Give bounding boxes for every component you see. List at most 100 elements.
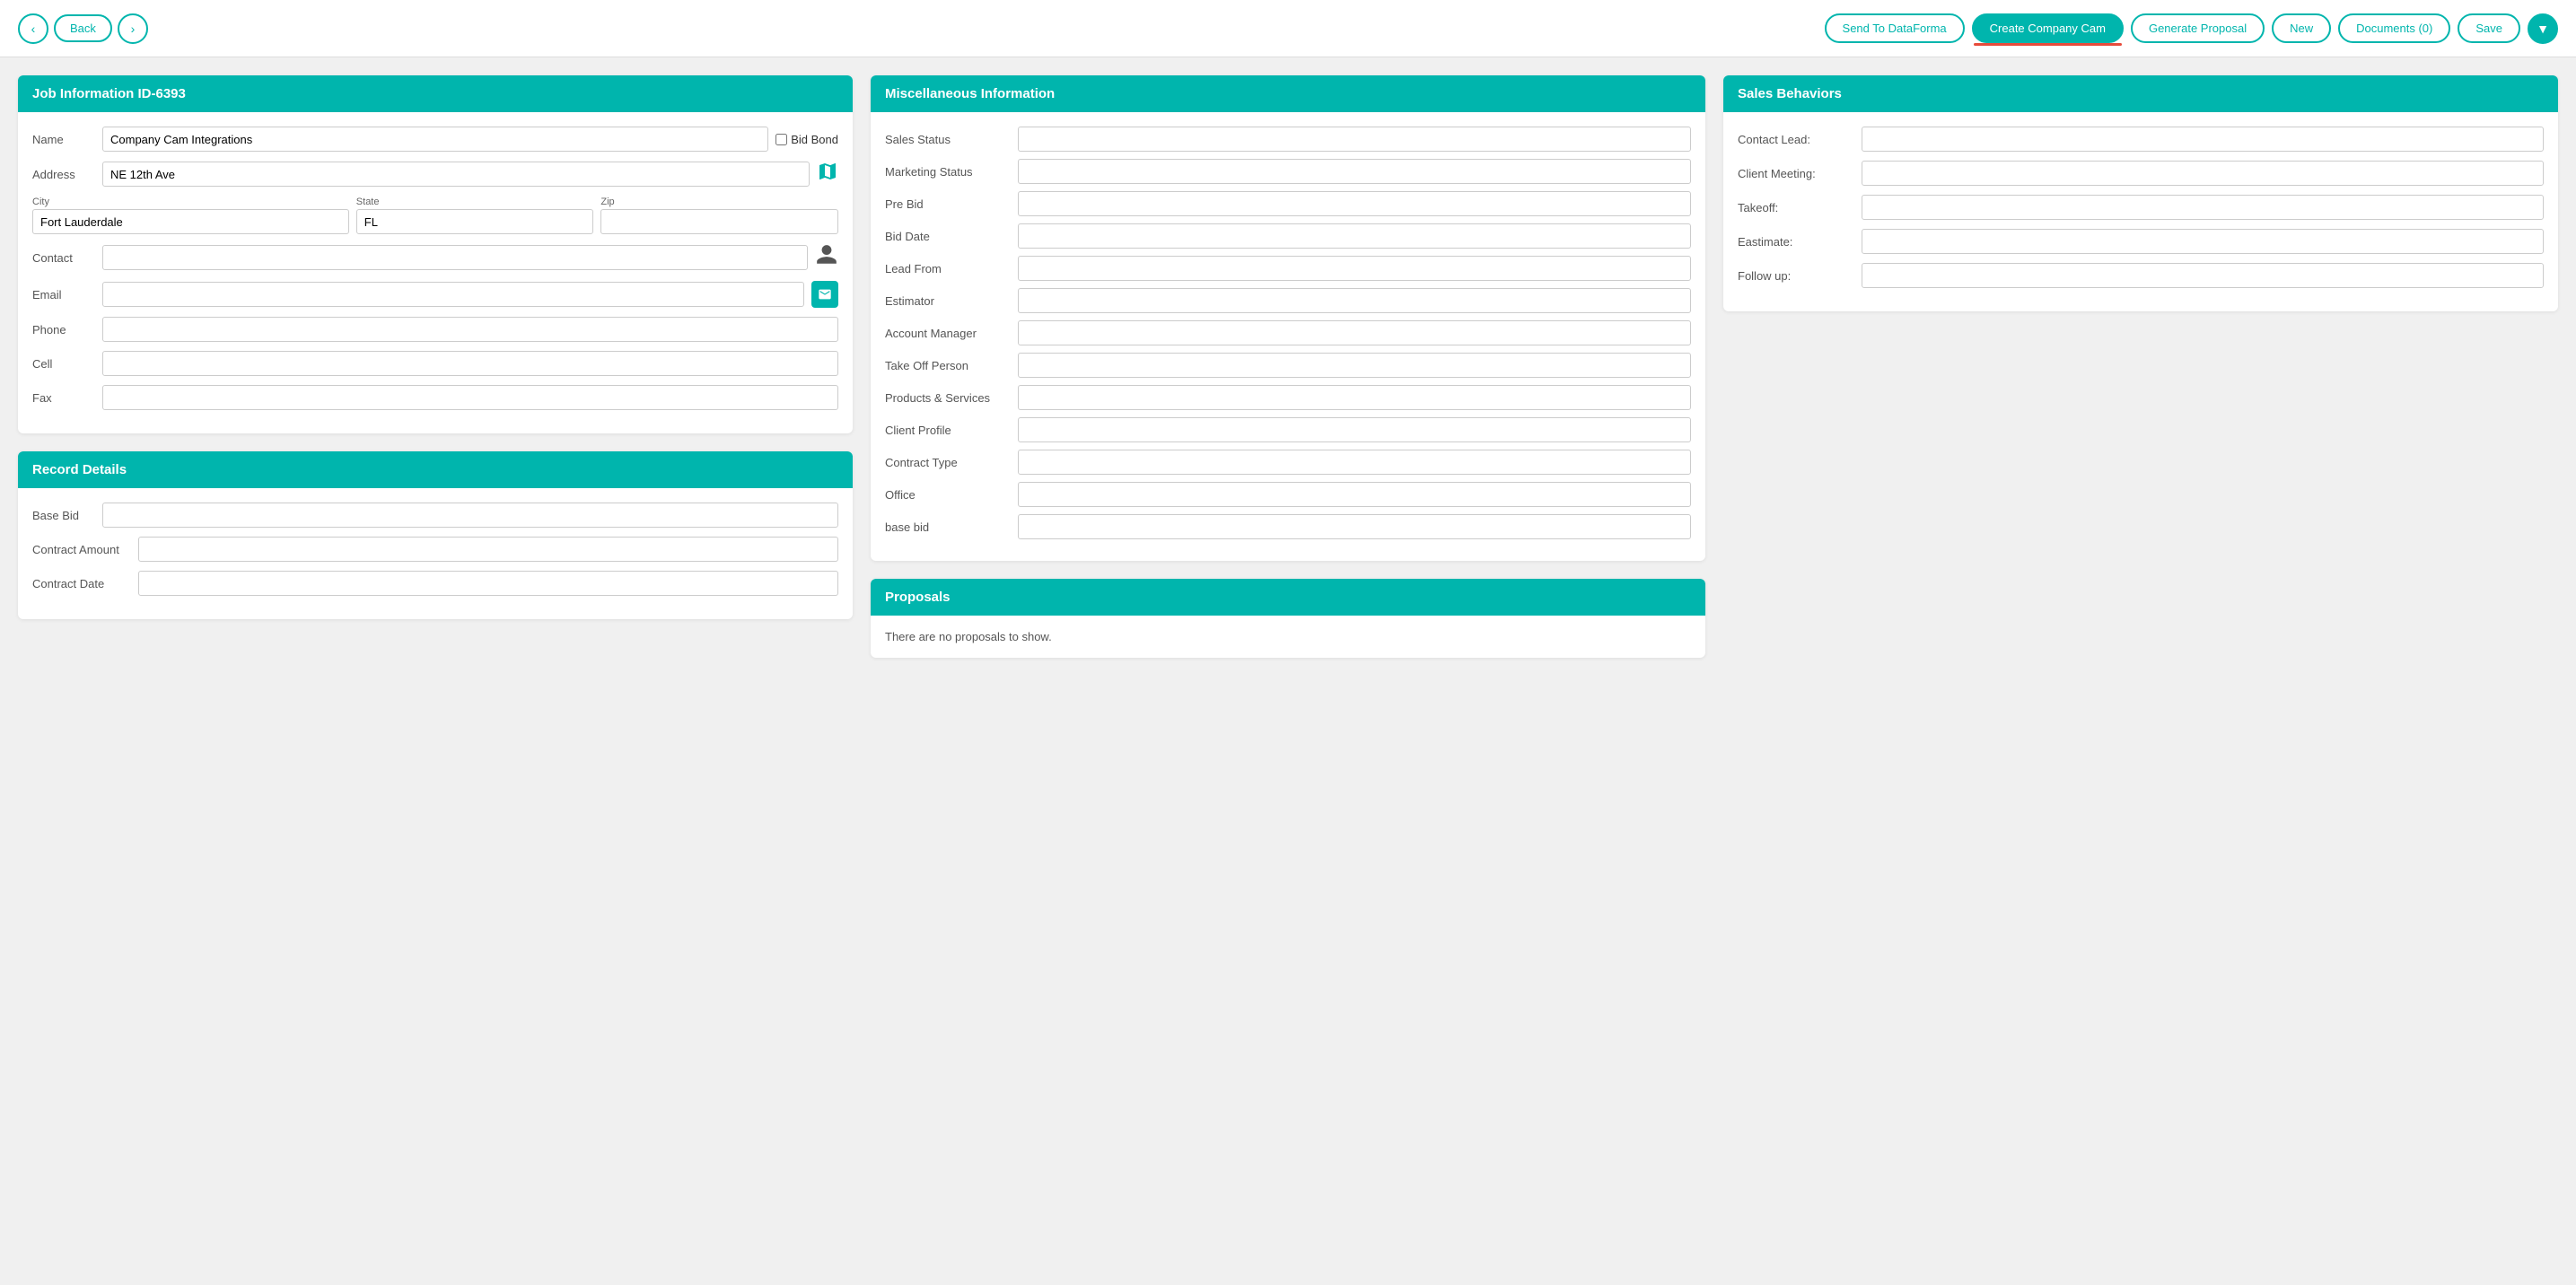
email-row: Email bbox=[32, 281, 838, 308]
state-wrap: State bbox=[356, 197, 594, 234]
documents-button[interactable]: Documents (0) bbox=[2338, 13, 2450, 43]
contract-date-input[interactable] bbox=[138, 571, 838, 596]
misc-info-header: Miscellaneous Information bbox=[871, 75, 1705, 112]
sb-contact-lead-label: Contact Lead: bbox=[1738, 133, 1854, 146]
sb-eastimate-input[interactable] bbox=[1862, 229, 2544, 254]
sb-client-meeting-input[interactable] bbox=[1862, 161, 2544, 186]
sb-client-meeting-row: Client Meeting: bbox=[1738, 161, 2544, 186]
sb-takeoff-label: Takeoff: bbox=[1738, 201, 1854, 214]
bid-bond-label: Bid Bond bbox=[791, 133, 838, 146]
city-input[interactable] bbox=[32, 209, 349, 234]
phone-input[interactable] bbox=[102, 317, 838, 342]
record-details-panel: Record Details Base Bid Contract Amount … bbox=[18, 451, 853, 619]
col-middle: Miscellaneous Information Sales Status M… bbox=[871, 75, 1705, 658]
contact-input[interactable] bbox=[102, 245, 808, 270]
misc-office-label: Office bbox=[885, 488, 1011, 502]
page-layout: ‹ Back › Send To DataForma Create Compan… bbox=[0, 0, 2576, 676]
prev-button[interactable]: ‹ bbox=[18, 13, 48, 44]
misc-pre-bid-label: Pre Bid bbox=[885, 197, 1011, 211]
generate-proposal-button[interactable]: Generate Proposal bbox=[2131, 13, 2265, 43]
toolbar-buttons: Send To DataForma Create Company Cam Gen… bbox=[1825, 13, 2558, 44]
misc-sales-status-input[interactable] bbox=[1018, 127, 1691, 152]
sales-behaviors-body: Contact Lead: Client Meeting: Takeoff: E… bbox=[1723, 112, 2558, 311]
misc-estimator-input[interactable] bbox=[1018, 288, 1691, 313]
misc-estimator-label: Estimator bbox=[885, 294, 1011, 308]
col-right: Sales Behaviors Contact Lead: Client Mee… bbox=[1723, 75, 2558, 658]
misc-contract-type-label: Contract Type bbox=[885, 456, 1011, 469]
sb-followup-input[interactable] bbox=[1862, 263, 2544, 288]
email-icon-button[interactable] bbox=[811, 281, 838, 308]
misc-office-input[interactable] bbox=[1018, 482, 1691, 507]
misc-account-manager-input[interactable] bbox=[1018, 320, 1691, 345]
misc-products-services-label: Products & Services bbox=[885, 391, 1011, 405]
map-icon[interactable] bbox=[817, 161, 838, 188]
misc-marketing-status-label: Marketing Status bbox=[885, 165, 1011, 179]
misc-takeoff-person-input[interactable] bbox=[1018, 353, 1691, 378]
proposals-header: Proposals bbox=[871, 579, 1705, 616]
misc-bid-date-row: Bid Date bbox=[885, 223, 1691, 249]
email-input[interactable] bbox=[102, 282, 804, 307]
misc-base-bid-row: base bid bbox=[885, 514, 1691, 539]
email-label: Email bbox=[32, 288, 95, 302]
misc-sales-status-row: Sales Status bbox=[885, 127, 1691, 152]
save-button[interactable]: Save bbox=[2458, 13, 2520, 43]
new-button[interactable]: New bbox=[2272, 13, 2331, 43]
zip-input[interactable] bbox=[600, 209, 838, 234]
name-input[interactable] bbox=[102, 127, 768, 152]
misc-base-bid-input[interactable] bbox=[1018, 514, 1691, 539]
address-input[interactable] bbox=[102, 162, 810, 187]
misc-lead-from-label: Lead From bbox=[885, 262, 1011, 275]
misc-client-profile-input[interactable] bbox=[1018, 417, 1691, 442]
state-label: State bbox=[356, 197, 594, 207]
fax-label: Fax bbox=[32, 391, 95, 405]
record-details-header: Record Details bbox=[18, 451, 853, 488]
misc-office-row: Office bbox=[885, 482, 1691, 507]
sb-contact-lead-input[interactable] bbox=[1862, 127, 2544, 152]
send-to-dataforma-button[interactable]: Send To DataForma bbox=[1825, 13, 1965, 43]
zip-wrap: Zip bbox=[600, 197, 838, 234]
address-row: Address bbox=[32, 161, 838, 188]
misc-info-body: Sales Status Marketing Status Pre Bid Bi… bbox=[871, 112, 1705, 561]
no-proposals-message: There are no proposals to show. bbox=[871, 616, 1705, 658]
state-input[interactable] bbox=[356, 209, 594, 234]
base-bid-input[interactable] bbox=[102, 503, 838, 528]
back-button[interactable]: Back bbox=[54, 14, 112, 42]
sb-client-meeting-label: Client Meeting: bbox=[1738, 167, 1854, 180]
contact-person-icon[interactable] bbox=[815, 243, 838, 272]
columns-wrapper: Job Information ID-6393 Name Bid Bond Ad… bbox=[0, 57, 2576, 676]
job-information-body: Name Bid Bond Address bbox=[18, 112, 853, 433]
contact-row: Contact bbox=[32, 243, 838, 272]
dropdown-button[interactable]: ▼ bbox=[2528, 13, 2558, 44]
cell-input[interactable] bbox=[102, 351, 838, 376]
misc-client-profile-row: Client Profile bbox=[885, 417, 1691, 442]
next-button[interactable]: › bbox=[118, 13, 148, 44]
contract-amount-input[interactable] bbox=[138, 537, 838, 562]
fax-input[interactable] bbox=[102, 385, 838, 410]
misc-contract-type-input[interactable] bbox=[1018, 450, 1691, 475]
cell-label: Cell bbox=[32, 357, 95, 371]
misc-marketing-status-input[interactable] bbox=[1018, 159, 1691, 184]
contract-date-row: Contract Date bbox=[32, 571, 838, 596]
contact-label: Contact bbox=[32, 251, 95, 265]
misc-contract-type-row: Contract Type bbox=[885, 450, 1691, 475]
misc-marketing-status-row: Marketing Status bbox=[885, 159, 1691, 184]
job-information-header: Job Information ID-6393 bbox=[18, 75, 853, 112]
sb-eastimate-row: Eastimate: bbox=[1738, 229, 2544, 254]
city-wrap: City bbox=[32, 197, 349, 234]
sb-eastimate-label: Eastimate: bbox=[1738, 235, 1854, 249]
chevron-down-icon: ▼ bbox=[2537, 22, 2549, 36]
create-company-cam-button[interactable]: Create Company Cam bbox=[1972, 13, 2124, 43]
sb-takeoff-row: Takeoff: bbox=[1738, 195, 2544, 220]
bid-bond-checkbox[interactable] bbox=[775, 134, 787, 145]
contract-date-label: Contract Date bbox=[32, 577, 131, 590]
cell-row: Cell bbox=[32, 351, 838, 376]
fax-row: Fax bbox=[32, 385, 838, 410]
col-left: Job Information ID-6393 Name Bid Bond Ad… bbox=[18, 75, 853, 658]
misc-pre-bid-input[interactable] bbox=[1018, 191, 1691, 216]
sb-takeoff-input[interactable] bbox=[1862, 195, 2544, 220]
nav-arrows: ‹ Back › bbox=[18, 13, 148, 44]
misc-products-services-input[interactable] bbox=[1018, 385, 1691, 410]
misc-bid-date-input[interactable] bbox=[1018, 223, 1691, 249]
misc-lead-from-input[interactable] bbox=[1018, 256, 1691, 281]
misc-takeoff-person-label: Take Off Person bbox=[885, 359, 1011, 372]
